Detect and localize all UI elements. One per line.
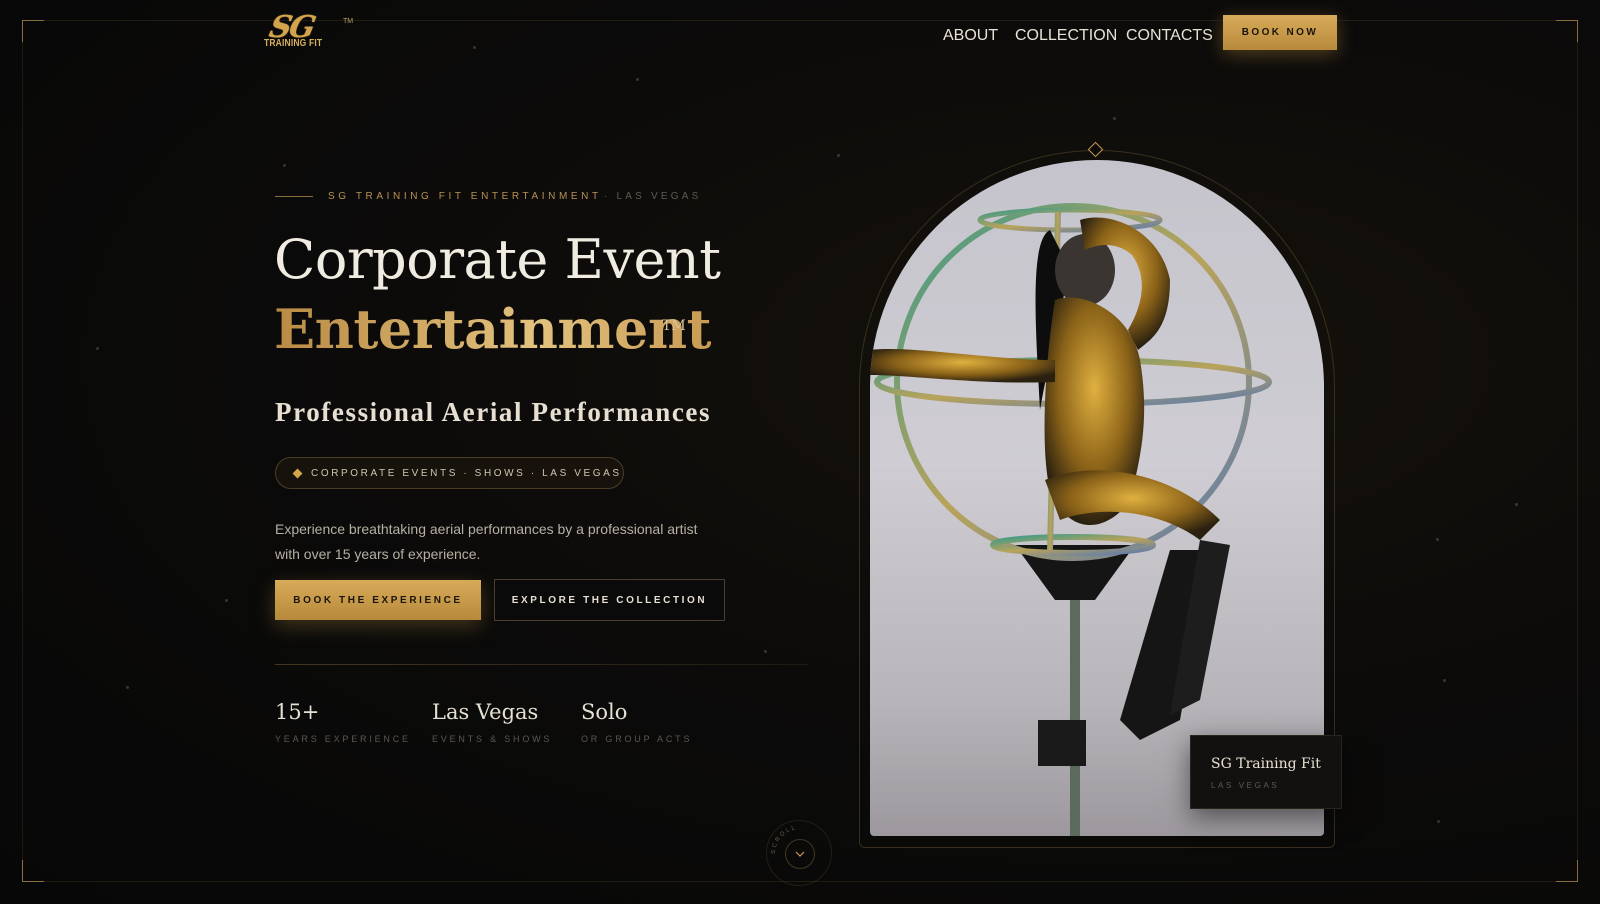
particle (636, 78, 639, 81)
book-experience-button[interactable]: BOOK THE EXPERIENCE (275, 580, 481, 620)
hero-title-line-1: Corporate Event (274, 228, 721, 291)
tags-pill: CORPORATE EVENTS · SHOWS · LAS VEGAS (275, 457, 624, 489)
brand-logo[interactable]: SG TRAINING FIT TM (264, 10, 354, 54)
particle (1436, 538, 1439, 541)
caption-title: SG Training Fit (1211, 756, 1321, 772)
scroll-indicator[interactable]: SCROLL (766, 820, 832, 886)
hero-description: Experience breathtaking aerial performan… (275, 521, 698, 562)
diamond-icon (292, 468, 303, 478)
frame-corner-top-right (1556, 20, 1578, 42)
particle (1113, 117, 1116, 120)
frame-corner-bottom-right (1556, 860, 1578, 882)
stat-value: Solo (581, 700, 628, 724)
frame-corner-bottom-left (22, 860, 44, 882)
stat-acts: Solo OR GROUP ACTS (581, 700, 692, 744)
particle (764, 650, 767, 653)
hero-title-line-2: Entertainment (274, 297, 712, 361)
particle (1443, 679, 1446, 682)
stat-label: YEARS EXPERIENCE (275, 734, 411, 744)
eyebrow-line (275, 196, 313, 197)
stat-experience: 15+ YEARS EXPERIENCE (275, 700, 411, 744)
frame-line-right (1577, 42, 1578, 860)
caption-subtitle: LAS VEGAS (1211, 781, 1280, 790)
stat-location: Las Vegas EVENTS & SHOWS (432, 700, 552, 744)
stat-label: EVENTS & SHOWS (432, 734, 553, 744)
particle (1437, 820, 1440, 823)
chevron-down-icon (795, 851, 805, 857)
stat-label: OR GROUP ACTS (581, 734, 693, 744)
particle (96, 347, 99, 350)
caption-card: SG Training Fit LAS VEGAS (1190, 735, 1342, 809)
scroll-button[interactable] (785, 839, 815, 869)
hero-title-trademark: TM (662, 318, 686, 334)
nav-about[interactable]: ABOUT (943, 27, 998, 45)
logo-trademark: TM (343, 18, 354, 25)
nav-collection[interactable]: COLLECTION (1015, 27, 1117, 45)
stat-value: Las Vegas (432, 700, 539, 724)
tags-pill-text: CORPORATE EVENTS · SHOWS · LAS VEGAS (311, 467, 622, 479)
particle (837, 154, 840, 157)
particle (283, 164, 286, 167)
frame-corner-top-left (22, 20, 44, 42)
particle (473, 46, 476, 49)
hero-subtitle: Professional Aerial Performances (275, 397, 712, 427)
particle (126, 686, 129, 689)
logo-subtitle: TRAINING FIT (264, 38, 323, 49)
particle (1515, 503, 1518, 506)
eyebrow-location: · LAS VEGAS (604, 191, 702, 202)
stats-divider (275, 664, 808, 665)
explore-collection-button[interactable]: EXPLORE THE COLLECTION (494, 579, 725, 621)
nav-contacts[interactable]: CONTACTS (1126, 27, 1213, 45)
stat-value: 15+ (275, 700, 320, 724)
eyebrow: SG TRAINING FIT ENTERTAINMENT (328, 191, 602, 202)
frame-line-left (22, 42, 23, 860)
book-now-button[interactable]: BOOK NOW (1223, 15, 1337, 50)
particle (225, 599, 228, 602)
